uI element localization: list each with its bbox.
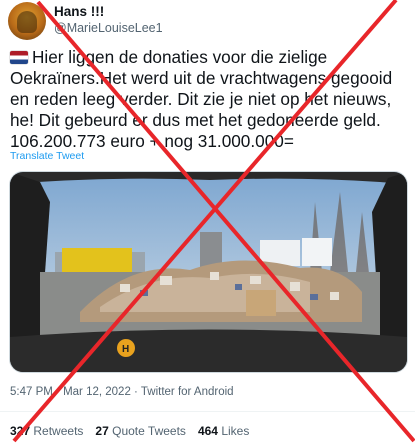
- tweet-header: Hans !!! @MarieLouiseLee1: [8, 2, 163, 40]
- tweet-date[interactable]: Mar 12, 2022: [63, 386, 131, 398]
- retweets-label: Retweets: [33, 424, 84, 438]
- translate-tweet-link[interactable]: Translate Tweet: [10, 150, 84, 162]
- tweet-body: Hier liggen de donaties voor die zielige…: [10, 47, 393, 151]
- retweets-count: 327: [10, 424, 31, 438]
- tweet-text: Hier liggen de donaties voor die zielige…: [10, 47, 402, 152]
- likes-count: 464: [197, 424, 218, 438]
- display-name[interactable]: Hans !!!: [54, 4, 163, 20]
- avatar[interactable]: [8, 2, 46, 40]
- likes-stat[interactable]: 464 Likes: [198, 424, 249, 438]
- tweet-stats: 327 Retweets 27 Quote Tweets 464 Likes: [10, 424, 249, 438]
- divider: [0, 411, 415, 412]
- photo-scene: H: [10, 172, 407, 372]
- tweet-source: Twitter for Android: [140, 386, 234, 398]
- retweets-stat[interactable]: 327 Retweets: [10, 424, 83, 438]
- meta-separator: ·: [56, 386, 60, 398]
- svg-text:H: H: [122, 344, 129, 355]
- netherlands-flag-icon: [10, 51, 28, 64]
- author-names: Hans !!! @MarieLouiseLee1: [54, 4, 163, 36]
- tweet-meta: 5:47 PM · Mar 12, 2022 · Twitter for And…: [10, 386, 234, 398]
- quotes-label: Quote Tweets: [112, 424, 186, 438]
- quotes-count: 27: [95, 424, 109, 438]
- user-handle[interactable]: @MarieLouiseLee1: [54, 20, 163, 36]
- meta-separator: ·: [134, 386, 138, 398]
- quotes-stat[interactable]: 27 Quote Tweets: [95, 424, 186, 438]
- tweet-photo[interactable]: H: [9, 171, 408, 373]
- tweet-time[interactable]: 5:47 PM: [10, 386, 53, 398]
- likes-label: Likes: [221, 424, 250, 438]
